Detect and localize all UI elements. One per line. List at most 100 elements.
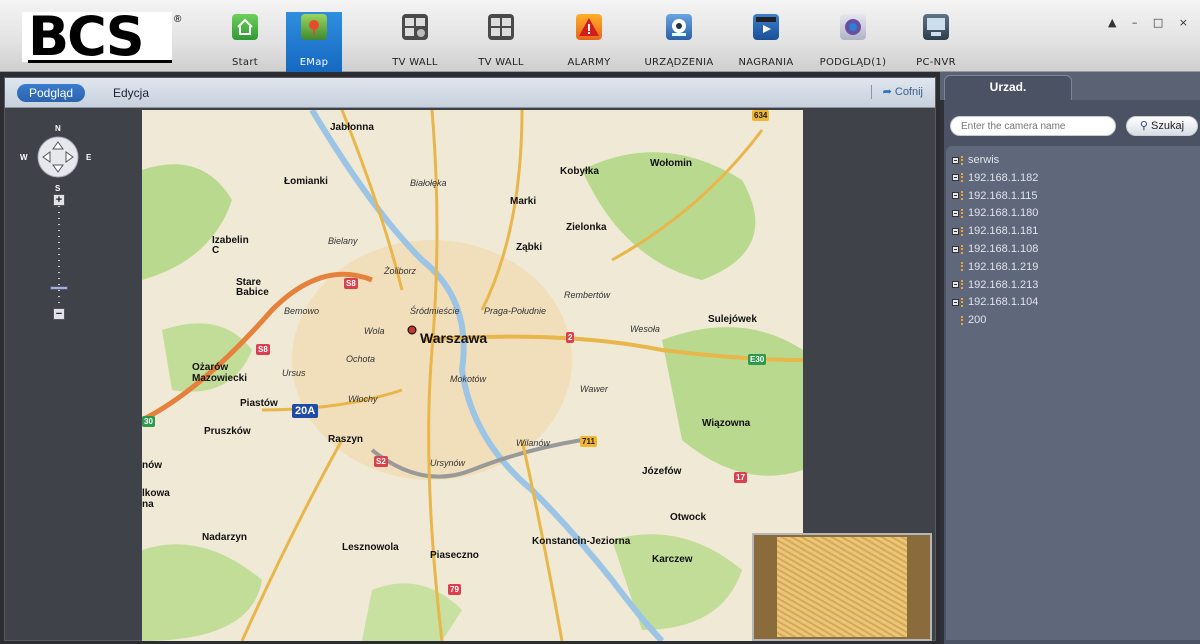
map-label: Żoliborz: [384, 266, 417, 276]
map-label: Otwock: [670, 512, 707, 523]
map-label: Rembertów: [564, 290, 611, 300]
map-label: Wiązowna: [702, 418, 751, 429]
tree-node[interactable]: 192.168.1.180: [952, 205, 1200, 223]
camera-search-input[interactable]: [950, 116, 1116, 136]
road-shield: 17: [734, 472, 747, 483]
camera-icon: [961, 262, 966, 272]
tab-devices[interactable]: Urzad.: [944, 75, 1072, 100]
camera-icon: [961, 208, 966, 218]
device-tab-body: ⚲ Szukaj serwis 192.168.1.182 192.168.1.…: [944, 100, 1200, 644]
home-icon: [232, 14, 258, 40]
zoom-track[interactable]: [58, 206, 60, 310]
toolbar-recordings-button[interactable]: NAGRANIA: [734, 12, 798, 72]
map-label: Wesoła: [630, 324, 660, 334]
map-label: Ząbki: [516, 242, 543, 253]
map-label: Jabłonna: [330, 122, 374, 133]
zoom-slider[interactable]: + −: [50, 194, 68, 324]
tree-node[interactable]: 192.168.1.213: [952, 277, 1200, 295]
zoom-thumb[interactable]: [50, 286, 68, 290]
map-label: lkowa na: [142, 488, 170, 510]
map-label: Wawer: [580, 384, 608, 394]
map-label: Piaseczno: [430, 550, 479, 561]
search-button[interactable]: ⚲ Szukaj: [1126, 116, 1198, 136]
map-label: Łomianki: [284, 176, 328, 187]
toolbar-start-button[interactable]: Start: [225, 12, 265, 72]
toolbar-pcnvr-button[interactable]: PC-NVR: [914, 12, 958, 72]
zoom-out-button[interactable]: −: [53, 308, 65, 320]
map-label: Praga-Południe: [484, 306, 547, 316]
camera-icon: [961, 280, 966, 290]
expand-icon[interactable]: [952, 192, 959, 200]
binoculars-icon: ⚲: [1139, 120, 1148, 132]
toolbar-tvwall-button-2[interactable]: TV WALL: [476, 12, 526, 72]
toolbar-divider: [870, 85, 872, 100]
map-icon: [301, 14, 327, 40]
toolbar-alarm-button[interactable]: ALARMY: [566, 12, 612, 72]
camera-icon: [961, 155, 966, 165]
map-label: Józefów: [642, 466, 682, 477]
map-canvas[interactable]: Jabłonna Łomianki Białołęka Kobyłka Woło…: [142, 110, 803, 641]
tree-node[interactable]: serwis: [952, 152, 1200, 170]
road-shield: 634: [752, 110, 770, 121]
map-label: Marki: [510, 196, 537, 207]
compass-control[interactable]: N S W E: [18, 120, 98, 200]
camera-icon: [961, 297, 966, 307]
map-label: Ochota: [346, 354, 376, 364]
map-label: Sulejówek: [708, 314, 757, 325]
undo-icon: ➦: [882, 86, 892, 98]
road-shield: S2: [374, 456, 388, 467]
road-shield: 2: [566, 332, 575, 343]
map-label: Bielany: [328, 236, 358, 246]
bcs-logo: BCS ®: [22, 8, 182, 66]
toolbar-preview-button[interactable]: PODGLĄD(1): [818, 12, 888, 72]
overview-minimap[interactable]: [752, 533, 932, 641]
map-label: Wola: [364, 326, 385, 336]
tree-node[interactable]: 192.168.1.108: [952, 241, 1200, 259]
expand-icon[interactable]: [952, 156, 959, 164]
expand-icon[interactable]: [952, 281, 959, 289]
window-controls[interactable]: ▲ – □ ×: [1108, 16, 1194, 29]
toolbar-devices-button[interactable]: URZĄDZENIA: [644, 12, 714, 72]
expand-icon[interactable]: [952, 174, 959, 182]
tree-node[interactable]: 192.168.1.219: [952, 259, 1200, 277]
record-icon: [753, 14, 779, 40]
tv-wall-icon: [488, 14, 514, 40]
expand-icon[interactable]: [952, 209, 959, 217]
map-label: Wołomin: [650, 158, 693, 169]
map-label: Nadarzyn: [202, 532, 248, 543]
map-label: Raszyn: [328, 434, 364, 445]
tree-node[interactable]: 192.168.1.104: [952, 294, 1200, 312]
map-label: Śródmieście: [410, 306, 460, 316]
road-shield: 20A: [292, 404, 319, 418]
map-label: Lesznowola: [342, 542, 399, 553]
compass-e: E: [86, 153, 92, 162]
tab-preview[interactable]: Podgląd: [17, 84, 86, 102]
road-shield: 79: [448, 584, 461, 595]
tree-node[interactable]: 192.168.1.181: [952, 223, 1200, 241]
zoom-in-button[interactable]: +: [53, 194, 65, 206]
road-shield: S8: [344, 278, 358, 289]
tree-node[interactable]: 200: [952, 312, 1200, 330]
tree-node[interactable]: 192.168.1.115: [952, 188, 1200, 206]
compass-s: S: [55, 184, 61, 193]
road-shield: S8: [256, 344, 270, 355]
expand-icon[interactable]: [952, 227, 959, 235]
road-shield: 711: [580, 436, 597, 447]
emap-tab-bar: Podgląd Edycja ➦ Cofnij: [5, 78, 935, 108]
tree-node[interactable]: 192.168.1.182: [952, 170, 1200, 188]
toolbar-emap-button[interactable]: EMap: [286, 12, 342, 72]
map-label: Ożarów Mazowiecki: [192, 362, 248, 384]
map-label: Izabelin C: [212, 235, 249, 256]
tv-wall-icon: [402, 14, 428, 40]
undo-button[interactable]: ➦ Cofnij: [870, 85, 923, 100]
map-label: Wilanów: [516, 438, 550, 448]
tab-edit[interactable]: Edycja: [101, 84, 161, 102]
map-label: Stare Babice: [236, 277, 269, 298]
toolbar-tvwall-button-1[interactable]: TV WALL: [390, 12, 440, 72]
alarm-icon: [576, 14, 602, 40]
expand-icon[interactable]: [952, 245, 959, 253]
road-shield: 30: [142, 416, 155, 427]
expand-icon[interactable]: [952, 298, 959, 306]
minimap-viewport[interactable]: [777, 537, 907, 637]
top-toolbar: BCS ® Start EMap TV WALL TV WALL ALARMY: [0, 0, 1200, 72]
